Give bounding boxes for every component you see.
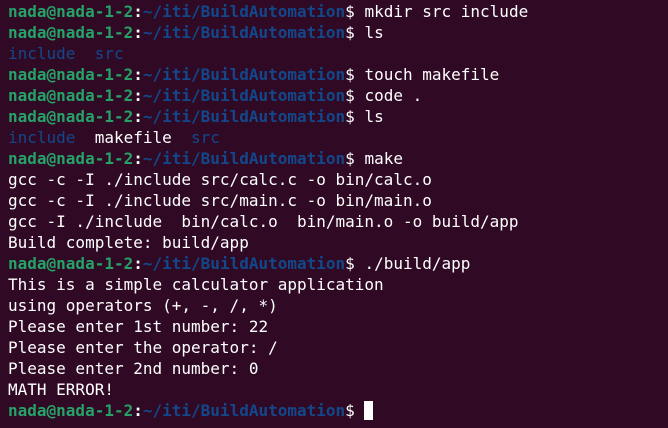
prompt-separator: : (133, 107, 143, 126)
prompt-path: ~/iti/BuildAutomation (142, 65, 346, 84)
output-line: This is a simple calculator application (8, 274, 668, 295)
prompt-line: nada@nada-1-2:~/iti/BuildAutomation$ mak… (8, 148, 668, 169)
prompt-path: ~/iti/BuildAutomation (142, 107, 346, 126)
prompt-line: nada@nada-1-2:~/iti/BuildAutomation$ ls (8, 106, 668, 127)
command-text (355, 401, 365, 420)
prompt-line: nada@nada-1-2:~/iti/BuildAutomation$ tou… (8, 64, 668, 85)
ls-output-line: include src (8, 43, 668, 64)
ls-output-line: include makefile src (8, 127, 668, 148)
output-text: gcc -I ./include bin/calc.o bin/main.o -… (8, 212, 519, 231)
prompt-separator: : (133, 254, 143, 273)
prompt-separator: : (133, 65, 143, 84)
output-text: Please enter 2nd number: 0 (8, 359, 259, 378)
prompt-path: ~/iti/BuildAutomation (142, 2, 346, 21)
directory-entry: include (8, 44, 76, 63)
prompt-symbol: $ (345, 2, 355, 21)
output-text: MATH ERROR! (8, 380, 114, 399)
prompt-symbol: $ (345, 65, 355, 84)
output-line: MATH ERROR! (8, 379, 668, 400)
prompt-user-host: nada@nada-1-2 (8, 149, 134, 168)
output-text: Please enter the operator: / (8, 338, 278, 357)
output-text: Please enter 1st number: 22 (8, 317, 269, 336)
prompt-user-host: nada@nada-1-2 (8, 107, 134, 126)
prompt-separator: : (133, 149, 143, 168)
prompt-user-host: nada@nada-1-2 (8, 65, 134, 84)
prompt-line: nada@nada-1-2:~/iti/BuildAutomation$ mkd… (8, 1, 668, 22)
prompt-symbol: $ (345, 149, 355, 168)
output-line: Please enter 2nd number: 0 (8, 358, 668, 379)
terminal-window[interactable]: nada@nada-1-2:~/iti/BuildAutomation$ mkd… (0, 0, 668, 428)
prompt-symbol: $ (345, 86, 355, 105)
prompt-line: nada@nada-1-2:~/iti/BuildAutomation$ ./b… (8, 253, 668, 274)
prompt-user-host: nada@nada-1-2 (8, 254, 134, 273)
prompt-user-host: nada@nada-1-2 (8, 86, 134, 105)
prompt-symbol: $ (345, 23, 355, 42)
prompt-line: nada@nada-1-2:~/iti/BuildAutomation$ ls (8, 22, 668, 43)
prompt-separator: : (133, 401, 143, 420)
prompt-separator: : (133, 86, 143, 105)
prompt-user-host: nada@nada-1-2 (8, 23, 134, 42)
output-line: Please enter 1st number: 22 (8, 316, 668, 337)
output-line: Please enter the operator: / (8, 337, 668, 358)
text-cursor[interactable] (364, 401, 374, 420)
output-text: Build complete: build/app (8, 233, 249, 252)
prompt-path: ~/iti/BuildAutomation (142, 401, 346, 420)
prompt-separator: : (133, 23, 143, 42)
output-line: using operators (+, -, /, *) (8, 295, 668, 316)
prompt-line: nada@nada-1-2:~/iti/BuildAutomation$ cod… (8, 85, 668, 106)
prompt-symbol: $ (345, 107, 355, 126)
command-text: touch makefile (354, 65, 500, 84)
output-text: using operators (+, -, /, *) (8, 296, 278, 315)
prompt-user-host: nada@nada-1-2 (8, 2, 134, 21)
directory-entry: src (94, 44, 124, 63)
prompt-separator: : (133, 2, 143, 21)
prompt-line: nada@nada-1-2:~/iti/BuildAutomation$ (8, 400, 668, 421)
directory-entry: include (8, 128, 76, 147)
prompt-path: ~/iti/BuildAutomation (142, 149, 346, 168)
prompt-user-host: nada@nada-1-2 (8, 401, 134, 420)
prompt-path: ~/iti/BuildAutomation (142, 254, 346, 273)
command-text: make (354, 149, 403, 168)
command-text: ./build/app (354, 254, 471, 273)
prompt-path: ~/iti/BuildAutomation (142, 23, 346, 42)
output-line: gcc -c -I ./include src/calc.c -o bin/ca… (8, 169, 668, 190)
output-text: gcc -c -I ./include src/calc.c -o bin/ca… (8, 170, 432, 189)
output-line: gcc -I ./include bin/calc.o bin/main.o -… (8, 211, 668, 232)
output-line: Build complete: build/app (8, 232, 668, 253)
prompt-symbol: $ (345, 401, 355, 420)
prompt-path: ~/iti/BuildAutomation (142, 86, 346, 105)
command-text: mkdir src include (354, 2, 529, 21)
command-text: ls (354, 107, 384, 126)
directory-entry: src (191, 128, 220, 147)
output-line: gcc -c -I ./include src/main.c -o bin/ma… (8, 190, 668, 211)
file-entry: makefile (75, 128, 192, 147)
command-text: ls (354, 23, 384, 42)
prompt-symbol: $ (345, 254, 355, 273)
command-text: code . (354, 86, 423, 105)
output-text: This is a simple calculator application (8, 275, 384, 294)
output-text: gcc -c -I ./include src/main.c -o bin/ma… (8, 191, 432, 210)
